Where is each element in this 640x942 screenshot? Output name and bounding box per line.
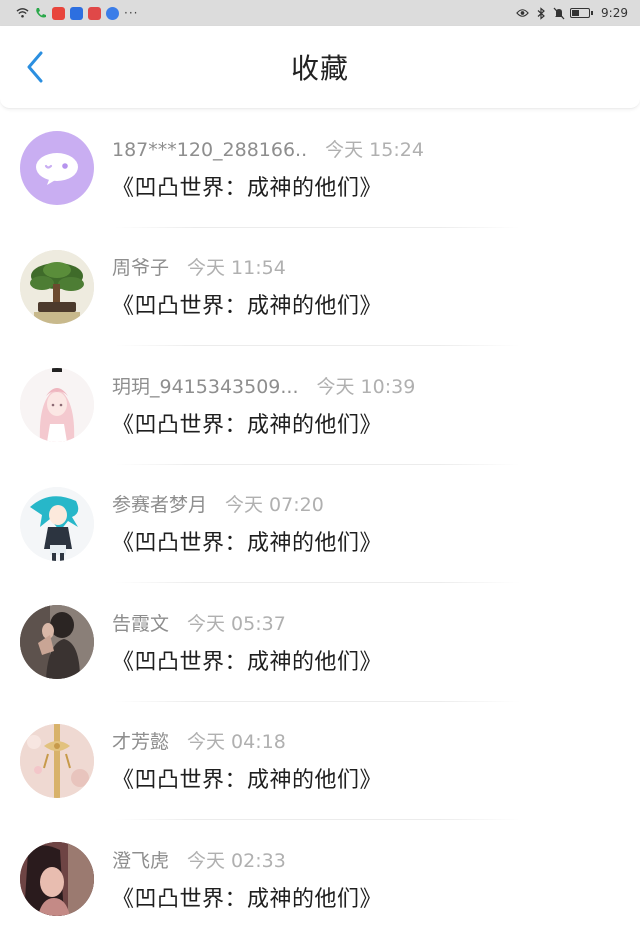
- avatar: [20, 131, 94, 206]
- username: 参赛者梦月: [112, 494, 208, 517]
- favorite-title: 《凹凸世界：成神的他们》: [112, 649, 383, 675]
- header: 收藏: [0, 26, 640, 109]
- item-body: 187***120_288166.. 今天 15:24 《凹凸世界：成神的他们》: [112, 135, 424, 202]
- timestamp: 今天 15:24: [325, 138, 424, 161]
- list-item[interactable]: 参赛者梦月 今天 07:20 《凹凸世界：成神的他们》: [0, 465, 640, 583]
- timestamp: 今天 02:33: [187, 849, 286, 872]
- avatar: [20, 842, 94, 917]
- list-item[interactable]: 告霞文 今天 05:37 《凹凸世界：成神的他们》: [0, 583, 640, 702]
- item-body: 澄飞虎 今天 02:33 《凹凸世界：成神的他们》: [112, 846, 382, 913]
- favorite-title: 《凹凸世界：成神的他们》: [112, 412, 383, 438]
- timestamp: 今天 07:20: [225, 494, 324, 517]
- avatar: [20, 723, 94, 798]
- favorite-title: 《凹凸世界：成神的他们》: [112, 294, 383, 320]
- status-left: ···: [16, 6, 138, 20]
- item-body: 才芳懿 今天 04:18 《凹凸世界：成神的他们》: [112, 727, 382, 794]
- avatar: [20, 486, 94, 561]
- list-item[interactable]: 周爷子 今天 11:54 《凹凸世界：成神的他们》: [0, 228, 640, 346]
- favorite-title: 《凹凸世界：成神的他们》: [112, 886, 383, 912]
- battery-icon: [570, 8, 594, 18]
- username: 澄飞虎: [112, 849, 170, 872]
- timestamp: 今天 10:39: [316, 375, 416, 398]
- app-notification-icon-blue-2: [106, 6, 119, 20]
- list-item[interactable]: 玥玥_9415343509... 今天 10:39 《凹凸世界：成神的他们》: [0, 346, 640, 465]
- list-item[interactable]: 187***120_288166.. 今天 15:24 《凹凸世界：成神的他们》: [0, 109, 640, 228]
- back-button[interactable]: [20, 47, 50, 87]
- favorite-title: 《凹凸世界：成神的他们》: [112, 531, 383, 557]
- avatar: [20, 249, 94, 324]
- page-title: 收藏: [290, 52, 349, 85]
- meta-line: 澄飞虎 今天 02:33: [112, 846, 382, 873]
- avatar: [20, 368, 94, 443]
- list-item[interactable]: 才芳懿 今天 04:18 《凹凸世界：成神的他们》: [0, 702, 640, 820]
- eye-icon: [516, 7, 529, 20]
- favorite-title: 《凹凸世界：成神的他们》: [112, 175, 383, 201]
- meta-line: 才芳懿 今天 04:18: [112, 727, 382, 754]
- meta-line: 告霞文 今天 05:37: [112, 609, 382, 636]
- item-body: 参赛者梦月 今天 07:20 《凹凸世界：成神的他们》: [112, 490, 382, 557]
- item-body: 玥玥_9415343509... 今天 10:39 《凹凸世界：成神的他们》: [112, 372, 415, 439]
- chevron-left-icon: [27, 51, 43, 83]
- app-notification-icon-blue: [70, 6, 83, 20]
- username: 告霞文: [112, 612, 170, 635]
- username: 周爷子: [112, 257, 170, 280]
- username: 才芳懿: [112, 731, 170, 754]
- timestamp: 今天 05:37: [187, 612, 286, 635]
- meta-line: 187***120_288166.. 今天 15:24: [112, 135, 424, 162]
- meta-line: 参赛者梦月 今天 07:20: [112, 490, 382, 517]
- avatar: [20, 605, 94, 680]
- more-notifications-icon: ···: [124, 6, 139, 20]
- status-time: 9:29: [601, 6, 628, 20]
- status-right: 9:29: [516, 6, 628, 20]
- timestamp: 今天 11:54: [187, 257, 286, 280]
- phone-icon: [34, 7, 47, 20]
- item-body: 告霞文 今天 05:37 《凹凸世界：成神的他们》: [112, 609, 382, 676]
- mute-bell-icon: [552, 7, 565, 20]
- list-item[interactable]: 澄飞虎 今天 02:33 《凹凸世界：成神的他们》: [0, 820, 640, 939]
- bluetooth-icon: [534, 6, 547, 20]
- wifi-icon: [16, 7, 29, 20]
- meta-line: 玥玥_9415343509... 今天 10:39: [112, 372, 415, 399]
- timestamp: 今天 04:18: [187, 731, 286, 754]
- app-notification-icon-red-2: [88, 6, 101, 20]
- status-bar: ··· 9:29: [0, 0, 640, 26]
- meta-line: 周爷子 今天 11:54: [112, 253, 382, 280]
- username: 玥玥_9415343509...: [112, 375, 299, 398]
- app-notification-icon-red: [52, 6, 65, 20]
- item-body: 周爷子 今天 11:54 《凹凸世界：成神的他们》: [112, 253, 382, 320]
- username: 187***120_288166..: [112, 138, 308, 161]
- favorite-title: 《凹凸世界：成神的他们》: [112, 768, 383, 794]
- favorites-list: 187***120_288166.. 今天 15:24 《凹凸世界：成神的他们》…: [0, 109, 640, 939]
